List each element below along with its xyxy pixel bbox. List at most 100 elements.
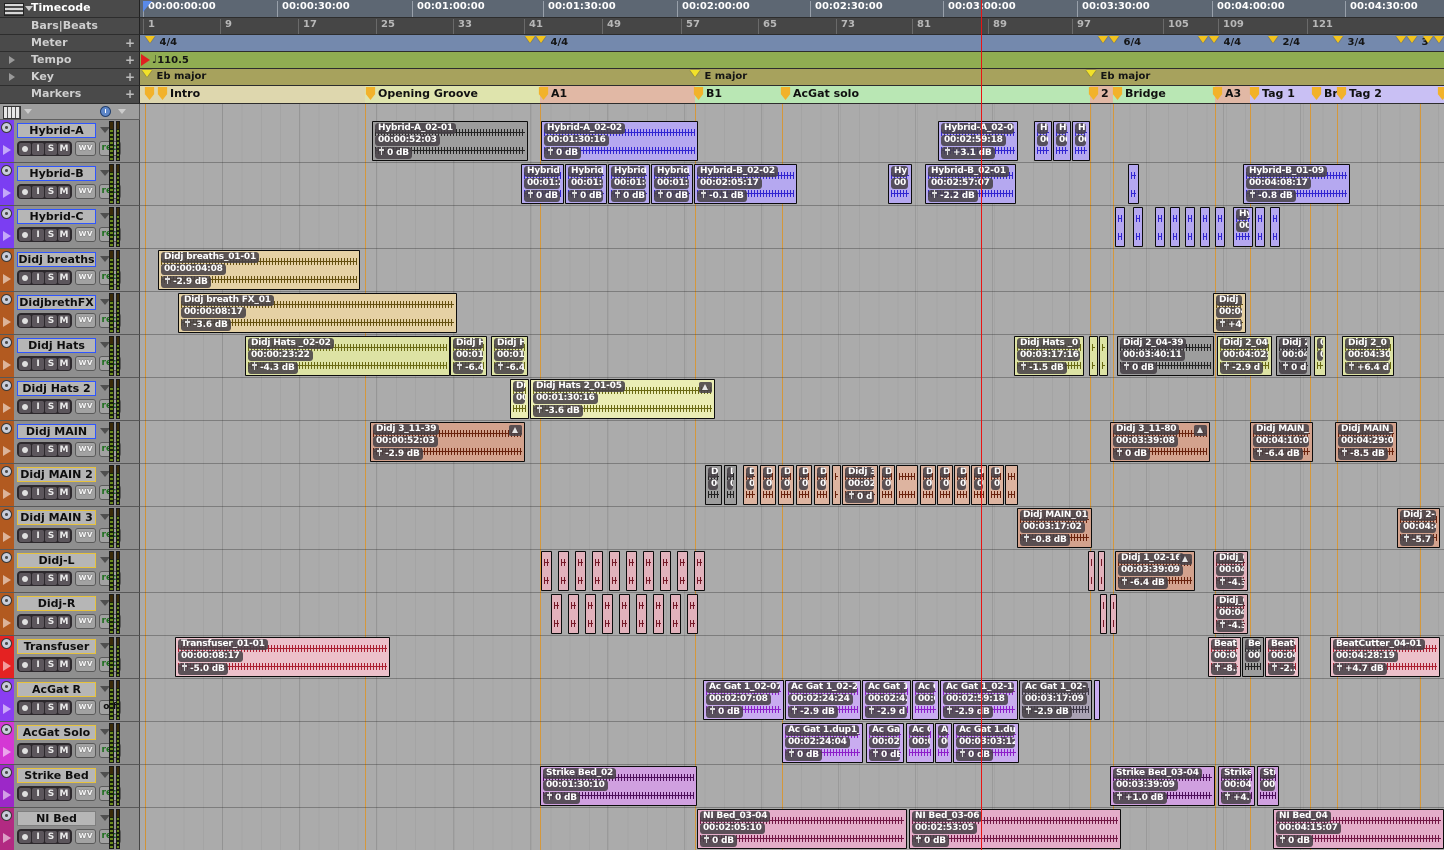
solo-button[interactable]: S	[45, 186, 57, 198]
track-name[interactable]: Didj-R	[17, 596, 96, 611]
ruler-lane-meter[interactable]: 4/4 4/4 6/4 4/4 2/4 3/4 3 3	[140, 35, 1444, 52]
add-meter-button[interactable]: +	[125, 36, 135, 50]
marker[interactable]: Tag 2	[1336, 87, 1382, 100]
track-name[interactable]: Hybrid-B	[17, 166, 96, 181]
clip[interactable]: Di00	[988, 465, 1004, 505]
track-name[interactable]: AcGat Solo	[17, 725, 96, 740]
record-arm-button[interactable]	[19, 573, 31, 585]
clip[interactable]	[653, 594, 664, 634]
track-name[interactable]: Didj Hats	[17, 338, 96, 353]
mute-button[interactable]: M	[58, 788, 70, 800]
clip[interactable]: Didj H00:01:0-6.4	[450, 336, 487, 376]
record-arm-button[interactable]	[19, 186, 31, 198]
clip[interactable]: Didj_000:04:-4.3	[1213, 594, 1248, 634]
track-collapse-circle[interactable]	[1, 638, 12, 649]
track-lane-strike-bed[interactable]: Strike Bed_0200:01:30:100 dBStrike Bed_0…	[140, 765, 1444, 808]
add-markers-button[interactable]: +	[125, 87, 135, 101]
track-lane-hybrid-b[interactable]: Hybrid-E00:01:250 dBHybrid-00:01:30 dB Hy…	[140, 163, 1444, 206]
clip[interactable]	[1170, 207, 1180, 247]
meter-event[interactable]: 4/4	[145, 36, 177, 48]
solo-button[interactable]: S	[45, 616, 57, 628]
input-monitor-button[interactable]: I	[32, 745, 44, 757]
record-arm-button[interactable]	[19, 229, 31, 241]
clip[interactable]	[1100, 594, 1107, 634]
solo-button[interactable]: S	[45, 358, 57, 370]
playhead[interactable]	[981, 0, 982, 850]
solo-button[interactable]: S	[45, 573, 57, 585]
meter-event[interactable]: 4/4	[525, 36, 568, 48]
clip[interactable]	[602, 594, 613, 634]
track-collapse-circle[interactable]	[1, 423, 12, 434]
clip[interactable]	[1115, 207, 1125, 247]
clip[interactable]: Ac G00:0	[906, 723, 934, 763]
clip[interactable]: Didj breaths_01-0100:00:04:08-2.9 dB	[158, 250, 360, 290]
track-name[interactable]: DidjbrethFX	[17, 295, 96, 310]
record-arm-button[interactable]	[19, 315, 31, 327]
waveform-view-button[interactable]: wv	[75, 227, 96, 242]
solo-button[interactable]: S	[45, 831, 57, 843]
clip[interactable]: Hybrid-E00:01:250 dB	[521, 164, 564, 204]
track-lane-didj-main-3[interactable]: Didj MAIN_0100:03:17:02-0.8 dBDidj 2-00:…	[140, 507, 1444, 550]
track-lane-ni-bed[interactable]: NI Bed_03-0400:02:05:100 dBNI Bed_03-060…	[140, 808, 1444, 850]
clip[interactable]	[1270, 207, 1280, 247]
clip[interactable]	[1255, 207, 1265, 247]
record-arm-button[interactable]	[19, 745, 31, 757]
waveform-view-button[interactable]: wv	[75, 571, 96, 586]
clip[interactable]: D0	[743, 465, 758, 505]
mute-button[interactable]: M	[58, 831, 70, 843]
clip[interactable]: Hybrid-B_01-0900:04:08:17-0.8 dB	[1243, 164, 1350, 204]
clip[interactable]	[1215, 207, 1225, 247]
marker-flag-icon[interactable]	[157, 87, 168, 100]
track-lane-acgat-solo[interactable]: Ac Gat 1.dup1_00:02:24:040 dBAc Gat00:02…	[140, 722, 1444, 765]
key-event[interactable]: Eb major	[142, 70, 206, 82]
track-lane-didj-hats[interactable]: Didj Hats _02-0200:00:23:22-4.3 dBDidj H…	[140, 335, 1444, 378]
meter-event[interactable]: 2/4	[1268, 36, 1300, 48]
clip[interactable]: A00	[935, 723, 952, 763]
marker-flag-icon[interactable]	[780, 87, 791, 100]
track-name[interactable]: Didj MAIN	[17, 424, 96, 439]
ruler-lane-timecode[interactable]: 00:00:00:0000:00:30:0000:01:00:0000:01:3…	[140, 0, 1444, 18]
waveform-view-button[interactable]: wv	[75, 442, 96, 457]
track-lane-acgat-r[interactable]: Ac Gat 1_02-0700:02:07:080 dBAc Gat 1_02…	[140, 679, 1444, 722]
track-collapse-circle[interactable]	[1, 595, 12, 606]
ruler-header-markers[interactable]: Markers+	[0, 86, 140, 104]
track-collapse-circle[interactable]	[1, 251, 12, 262]
solo-button[interactable]: S	[45, 444, 57, 456]
input-monitor-button[interactable]: I	[32, 143, 44, 155]
mute-button[interactable]: M	[58, 358, 70, 370]
input-monitor-button[interactable]: I	[32, 186, 44, 198]
ruler-header-tempo[interactable]: Tempo+	[0, 52, 140, 69]
marker[interactable]: AcGat solo	[780, 87, 859, 100]
marker[interactable]: A1	[538, 87, 567, 100]
track-lane-didj-hats-2[interactable]: Di00Didj Hats 2_01-0500:01:30:16-3.6 dB	[140, 378, 1444, 421]
clip[interactable]: Ac Gat 1_02-00:03:17:09-2.9 dB	[1019, 680, 1092, 720]
track-collapse-circle[interactable]	[1, 509, 12, 520]
add-key-button[interactable]: +	[125, 70, 135, 84]
track-name[interactable]: Didj MAIN 2	[17, 467, 96, 482]
clip[interactable]	[636, 594, 647, 634]
track-lane-didj-r[interactable]: Didj_000:04:-4.3	[140, 593, 1444, 636]
clip[interactable]: Hybrid-00:01:30 dB	[565, 164, 607, 204]
mute-button[interactable]: M	[58, 487, 70, 499]
clip[interactable]	[660, 551, 671, 591]
dropdown-icon[interactable]	[25, 6, 33, 11]
track-collapse-circle[interactable]	[1, 294, 12, 305]
clip[interactable]	[585, 594, 596, 634]
track-lane-didj-breaths[interactable]: Didj breaths_01-0100:00:04:08-2.9 dB	[140, 249, 1444, 292]
clip[interactable]: Hybrid-A_02-0200:01:30:160 dB	[541, 121, 698, 161]
clip[interactable]: Didj 2-00:04:4-5.7	[1397, 508, 1440, 548]
clip[interactable]	[1128, 164, 1139, 204]
clip[interactable]	[1200, 207, 1210, 247]
input-monitor-button[interactable]: I	[32, 315, 44, 327]
ruler-header-meter[interactable]: Meter+	[0, 35, 140, 52]
mute-button[interactable]: M	[58, 616, 70, 628]
track-collapse-circle[interactable]	[1, 337, 12, 348]
clip[interactable]: Didj H00:01:2-6.4	[491, 336, 528, 376]
marker[interactable]: Opening Groove	[365, 87, 478, 100]
clip[interactable]: Di00	[971, 465, 987, 505]
ruler-header-bars[interactable]: Bars|Beats	[0, 18, 140, 35]
ruler-header-timecode[interactable]: Timecode	[0, 0, 140, 18]
clock-icon[interactable]	[100, 106, 111, 117]
input-monitor-button[interactable]: I	[32, 401, 44, 413]
clip[interactable]: Didj_000:04:-4.3	[1213, 551, 1248, 591]
